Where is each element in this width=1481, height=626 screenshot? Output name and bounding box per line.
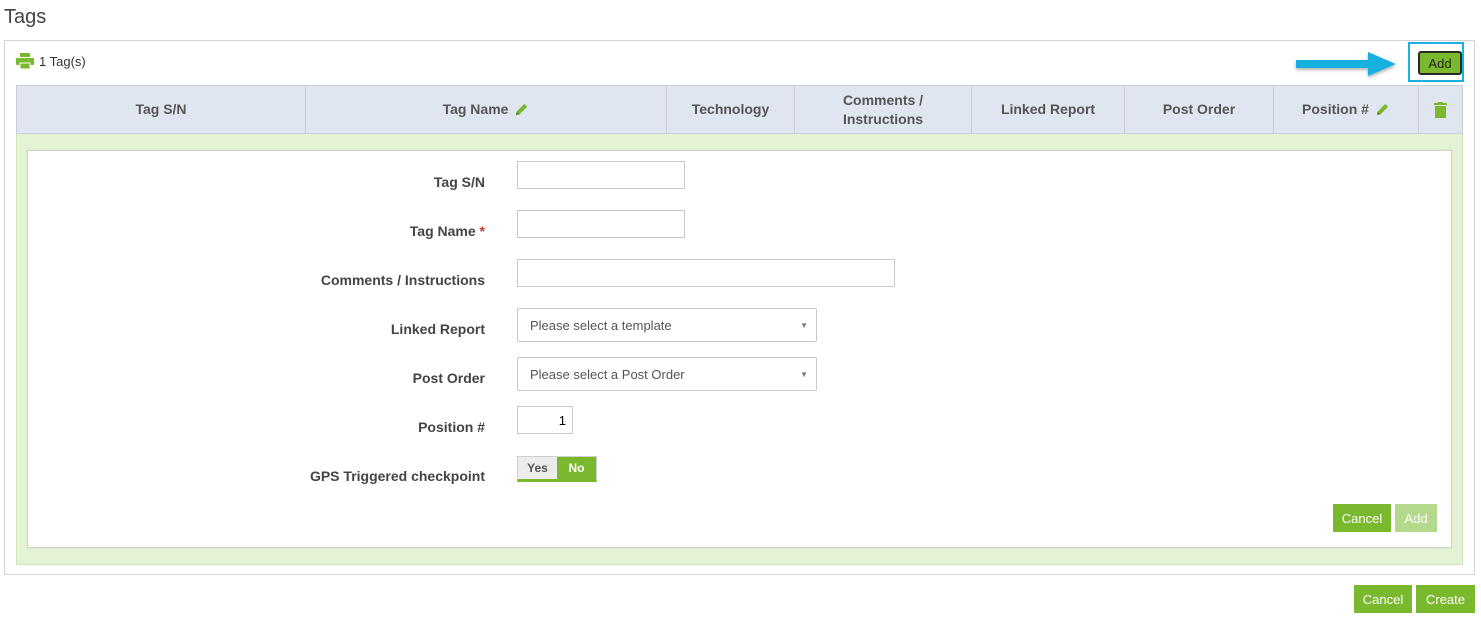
gps-toggle-no[interactable]: No [557,457,596,479]
tag-name-input[interactable] [517,210,685,238]
tag-count: 1 Tag(s) [16,53,86,69]
column-tag-name[interactable]: Tag Name [306,86,667,133]
pencil-icon[interactable] [1375,102,1390,117]
tag-count-label: 1 Tag(s) [39,53,86,69]
tag-edit-form: Tag S/N Tag Name * Comments / Instructio… [27,150,1452,548]
column-linked-report[interactable]: Linked Report [972,86,1125,133]
column-technology[interactable]: Technology [667,86,795,133]
tag-sn-input[interactable] [517,161,685,189]
position-label: Position # [418,419,485,435]
linked-report-label: Linked Report [390,321,485,337]
column-delete [1419,86,1462,133]
trash-icon[interactable] [1434,101,1447,118]
required-mark: * [479,223,485,239]
column-label: Post Order [1162,101,1236,117]
column-label: Tag Name [442,101,509,117]
column-label: Linked Report [1000,101,1096,117]
print-icon[interactable] [16,53,34,69]
tag-edit-row: Tag S/N Tag Name * Comments / Instructio… [16,134,1463,565]
gps-label: GPS Triggered checkpoint [309,468,485,484]
post-order-label: Post Order [412,370,485,386]
page-title: Tags [4,6,47,28]
tag-name-label: Tag Name * [409,223,485,239]
column-comments[interactable]: Comments / Instructions [795,86,972,133]
caret-down-icon: ▼ [800,370,808,379]
column-label: Comments / Instructions [842,91,924,127]
form-add-button[interactable]: Add [1395,504,1437,532]
column-post-order[interactable]: Post Order [1125,86,1274,133]
tags-grid-header: Tag S/N Tag Name Technology Comments / I… [16,85,1463,134]
comments-input[interactable] [517,259,895,287]
add-button-highlight: Add [1408,42,1464,82]
caret-down-icon: ▼ [800,321,808,330]
tag-sn-label: Tag S/N [433,174,485,190]
create-button[interactable]: Create [1416,585,1475,613]
form-cancel-button[interactable]: Cancel [1333,504,1391,532]
column-position[interactable]: Position # [1274,86,1419,133]
pencil-icon[interactable] [514,102,529,117]
post-order-select[interactable]: Please select a Post Order ▼ [517,357,817,391]
arrow-right-icon [1296,52,1396,76]
add-tag-button[interactable]: Add [1418,51,1462,75]
cancel-button[interactable]: Cancel [1354,585,1412,613]
post-order-placeholder: Please select a Post Order [530,366,685,382]
position-input[interactable] [517,406,573,434]
linked-report-select[interactable]: Please select a template ▼ [517,308,817,342]
column-tag-sn[interactable]: Tag S/N [17,86,306,133]
gps-toggle-yes[interactable]: Yes [518,457,557,479]
linked-report-placeholder: Please select a template [530,317,672,333]
column-label: Tag S/N [135,101,187,117]
tags-panel: 1 Tag(s) Add Tag S/N Tag Name Technology… [4,40,1475,575]
gps-toggle[interactable]: Yes No [517,456,597,482]
column-label: Technology [691,101,770,117]
column-label: Position # [1302,101,1369,117]
comments-label: Comments / Instructions [320,272,485,288]
